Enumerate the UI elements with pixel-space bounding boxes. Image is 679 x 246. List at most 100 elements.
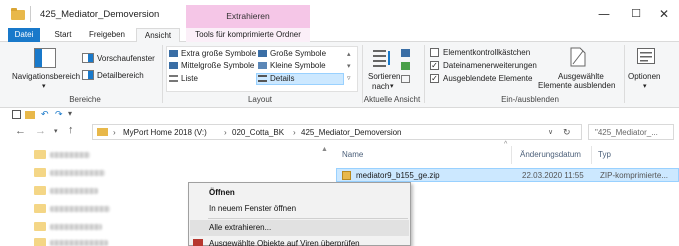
hidden-items-checkbox[interactable]: ✓ — [430, 74, 439, 83]
column-header-type[interactable]: Typ — [598, 150, 611, 159]
file-extensions-checkbox[interactable]: ✓ — [430, 61, 439, 70]
folder-icon — [97, 128, 108, 136]
breadcrumb-separator-icon[interactable]: › — [113, 128, 116, 137]
folder-icon — [34, 168, 46, 177]
column-header-date[interactable]: Änderungsdatum — [520, 150, 581, 159]
item-checkboxes-checkbox[interactable] — [430, 48, 439, 57]
sort-indicator-icon: ^ — [504, 141, 508, 148]
preview-pane-button[interactable]: Vorschaufenster — [97, 54, 155, 63]
large-icons-icon — [258, 50, 267, 57]
ribbon-tabs: Datei Start Freigeben Ansicht Tools für … — [0, 28, 679, 43]
gallery-scroll-up-icon[interactable]: ▴ — [347, 50, 351, 58]
search-placeholder: "425_Mediator_... — [595, 128, 658, 137]
forward-arrow-icon[interactable]: → — [35, 125, 46, 137]
search-box[interactable]: "425_Mediator_... — [588, 124, 674, 140]
undo-icon[interactable]: ↶ — [41, 109, 49, 120]
small-icons-icon — [258, 62, 267, 69]
chevron-down-icon[interactable]: ▾ — [390, 82, 394, 90]
details-pane-icon — [82, 70, 94, 80]
folder-icon — [34, 186, 46, 195]
chevron-down-icon[interactable]: ▾ — [643, 82, 647, 90]
column-divider[interactable] — [511, 146, 512, 164]
hide-selected-button[interactable]: Ausgewählte — [558, 72, 604, 81]
group-by-icon[interactable] — [401, 49, 410, 57]
file-type: ZIP-komprimierte... — [600, 171, 669, 180]
up-arrow-icon[interactable]: ↑ — [68, 124, 74, 136]
sort-by-icon — [373, 50, 390, 67]
gallery-scroll-down-icon[interactable]: ▾ — [347, 62, 351, 70]
navigation-bar: ← → ▾ ↑ › MyPort Home 2018 (V:) › 020_Co… — [0, 124, 679, 140]
folder-icon — [34, 238, 46, 246]
group-label-current-view: Aktuelle Ansicht — [363, 95, 421, 104]
tab-view[interactable]: Ansicht — [136, 28, 180, 43]
hide-selected-items-icon — [570, 47, 586, 67]
sort-by-button[interactable]: Sortieren — [368, 72, 400, 81]
layout-details[interactable]: Details — [270, 74, 294, 83]
title-bar: 425_Mediator_Demoversion Extrahieren — ☐… — [0, 0, 679, 30]
blurred-label — [50, 170, 105, 176]
context-menu: Öffnen In neuem Fenster öffnen Alle extr… — [188, 182, 411, 246]
file-name: mediator9_b155_ge.zip — [356, 171, 440, 180]
tab-share[interactable]: Freigeben — [86, 28, 128, 42]
blurred-label — [50, 206, 110, 212]
tab-file[interactable]: Datei — [8, 28, 40, 42]
scroll-up-icon[interactable]: ▲ — [321, 146, 328, 153]
customize-qat-icon[interactable]: ▾ — [68, 109, 72, 118]
layout-large-icons[interactable]: Große Symbole — [270, 49, 326, 58]
chevron-down-icon[interactable]: ▾ — [42, 82, 46, 90]
options-button[interactable]: Optionen — [628, 72, 660, 81]
hide-selected-button-line2[interactable]: Elemente ausblenden — [538, 81, 615, 90]
title-separator — [30, 6, 31, 22]
details-pane-button[interactable]: Detailbereich — [97, 71, 144, 80]
tab-start[interactable]: Start — [48, 28, 78, 42]
add-columns-icon[interactable] — [401, 62, 410, 70]
refresh-icon[interactable]: ↻ — [563, 127, 571, 138]
menu-separator — [208, 218, 408, 219]
group-divider — [624, 45, 625, 103]
breadcrumb-current-folder[interactable]: 425_Mediator_Demoversion — [301, 128, 402, 137]
navigation-pane-button[interactable]: Navigationsbereich — [12, 72, 80, 81]
folder-icon — [34, 150, 46, 159]
gallery-expand-icon[interactable]: ▿ — [347, 74, 351, 82]
properties-icon[interactable] — [12, 110, 21, 119]
layout-list[interactable]: Liste — [181, 74, 198, 83]
navigation-pane-icon — [34, 48, 56, 68]
group-divider — [162, 45, 163, 103]
menu-item-open-new-window[interactable]: In neuem Fenster öffnen — [190, 201, 409, 217]
medium-icons-icon — [169, 62, 178, 69]
breadcrumb-drive[interactable]: MyPort Home 2018 (V:) — [123, 128, 207, 137]
close-button[interactable]: ✕ — [650, 4, 678, 24]
layout-medium-icons[interactable]: Mittelgroße Symbole — [181, 61, 254, 70]
sort-by-button-line2[interactable]: nach — [372, 82, 389, 91]
new-folder-icon[interactable] — [25, 111, 35, 119]
menu-item-extract-all[interactable]: Alle extrahieren... — [190, 220, 409, 236]
back-arrow-icon[interactable]: ← — [15, 125, 26, 137]
blurred-label — [50, 152, 90, 158]
menu-item-virus-scan[interactable]: Ausgewählte Objekte auf Viren überprüfen — [190, 236, 409, 246]
extra-large-icons-icon — [169, 50, 178, 57]
column-header-name[interactable]: Name — [342, 150, 363, 159]
layout-small-icons[interactable]: Kleine Symbole — [270, 61, 326, 70]
redo-icon[interactable]: ↷ — [55, 109, 63, 120]
minimize-button[interactable]: — — [590, 4, 618, 24]
address-bar[interactable]: › MyPort Home 2018 (V:) › 020_Cotta_BK ›… — [92, 124, 582, 140]
blurred-label — [50, 240, 108, 246]
breadcrumb-separator-icon[interactable]: › — [293, 128, 296, 137]
details-icon — [258, 75, 267, 82]
group-label-layout: Layout — [247, 95, 273, 104]
breadcrumb-separator-icon[interactable]: › — [224, 128, 227, 137]
address-history-icon[interactable]: ∨ — [548, 128, 553, 136]
layout-extra-large-icons[interactable]: Extra große Symbole — [181, 49, 256, 58]
context-tab-group-extract: Extrahieren — [186, 5, 310, 30]
size-columns-icon[interactable] — [401, 75, 410, 83]
maximize-button[interactable]: ☐ — [622, 4, 650, 24]
hidden-items-label: Ausgeblendete Elemente — [443, 74, 533, 83]
ribbon-view: Navigationsbereich ▾ Vorschaufenster Det… — [0, 42, 679, 108]
tab-compressed-folder-tools[interactable]: Tools für komprimierte Ordner — [186, 28, 310, 42]
group-label-panes: Bereiche — [69, 95, 101, 104]
column-divider[interactable] — [591, 146, 592, 164]
recent-locations-icon[interactable]: ▾ — [54, 127, 58, 135]
menu-item-open[interactable]: Öffnen — [190, 185, 409, 201]
file-row-selected[interactable]: mediator9_b155_ge.zip 22.03.2020 11:55 Z… — [336, 168, 679, 182]
breadcrumb-folder[interactable]: 020_Cotta_BK — [232, 128, 284, 137]
